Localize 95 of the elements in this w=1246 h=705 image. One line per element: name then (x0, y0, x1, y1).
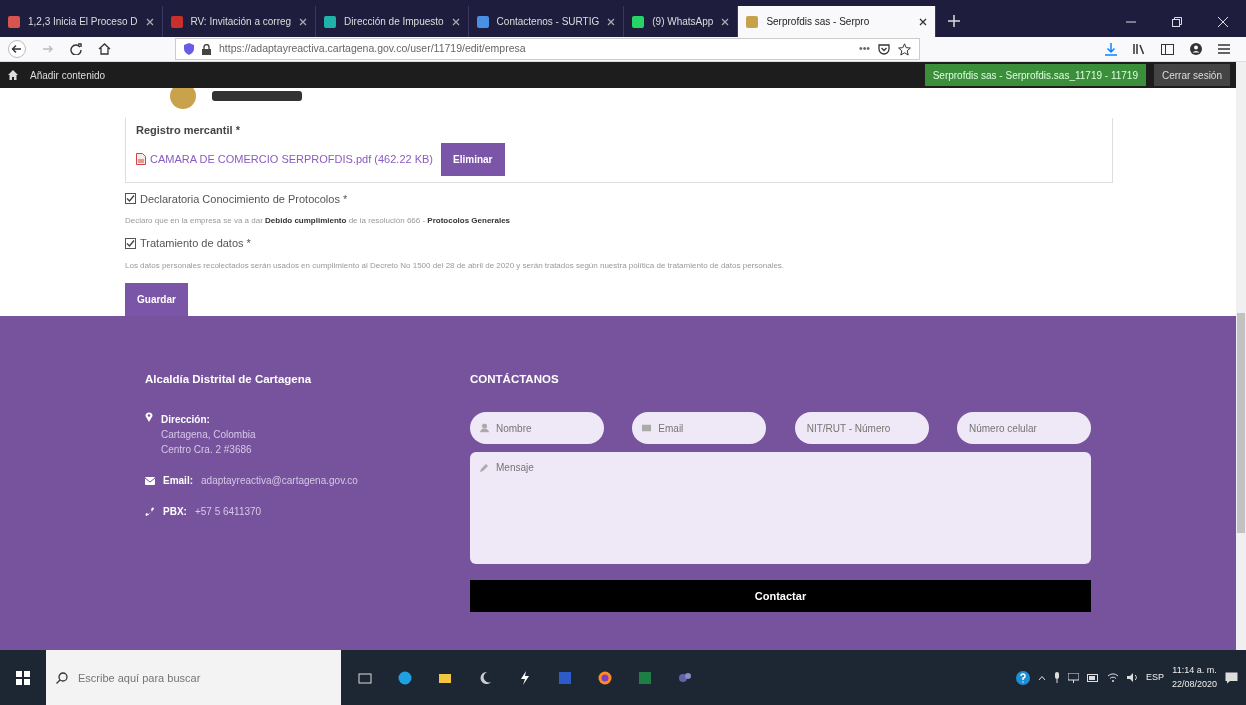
pocket-icon[interactable] (878, 43, 890, 55)
close-icon[interactable] (721, 17, 730, 26)
favicon-icon (476, 15, 489, 28)
envelope-icon (642, 424, 652, 432)
network-icon[interactable] (1067, 672, 1079, 683)
person-icon (480, 423, 489, 433)
browser-icon[interactable] (398, 670, 412, 685)
email-text[interactable]: adaptayreactiva@cartagena.gov.co (201, 473, 358, 489)
logout-button[interactable]: Cerrar sesión (1153, 64, 1230, 86)
shield-icon[interactable] (184, 43, 194, 55)
favicon-icon (746, 15, 759, 28)
envelope-icon (145, 476, 155, 485)
logo-drawing (170, 88, 196, 109)
help-icon[interactable] (1015, 670, 1030, 685)
favicon-icon (632, 15, 645, 28)
sidebar-icon[interactable] (1161, 43, 1174, 55)
input-field[interactable]: Número celular (957, 412, 1091, 445)
checkbox[interactable] (125, 193, 136, 205)
clock-time[interactable]: 11:14 a. m. (1171, 664, 1217, 678)
document-icon[interactable] (558, 670, 572, 685)
library-icon[interactable] (1133, 43, 1145, 55)
tab-title: Dirección de Impuesto (344, 15, 444, 29)
battery-icon[interactable] (1086, 673, 1099, 682)
tab-title: 1,2,3 Inicia El Proceso D (28, 15, 138, 29)
menu-icon[interactable] (1218, 44, 1230, 54)
checkbox-label: Tratamiento de datos * (140, 236, 251, 251)
footer-title: Alcaldía Distrital de Cartagena (145, 372, 313, 387)
tab-title: (9) WhatsApp (652, 15, 714, 29)
scrollbar-thumb[interactable] (1237, 313, 1245, 533)
clock-date[interactable]: 22/08/2020 (1171, 677, 1217, 691)
reload-icon[interactable] (70, 43, 82, 55)
microphone-icon[interactable] (1053, 672, 1060, 683)
moon-icon[interactable] (478, 670, 492, 685)
spreadsheet-icon[interactable] (638, 670, 652, 685)
lightning-icon[interactable] (518, 670, 532, 685)
email-label: Email: (163, 474, 193, 489)
input-field[interactable]: NIT/RUT - Número (794, 412, 929, 445)
chevron-up-icon[interactable] (1037, 674, 1046, 681)
admin-link[interactable]: Añadir contenido (30, 67, 106, 83)
close-icon[interactable] (145, 17, 154, 26)
pbx-label: PBX: (163, 505, 187, 520)
tab-title: Contactenos - SURTIG (496, 15, 600, 29)
input-field[interactable]: Email (632, 412, 767, 445)
notification-icon[interactable] (1225, 671, 1238, 684)
search-icon (56, 671, 68, 684)
favicon-icon (8, 15, 20, 28)
browser-tab[interactable]: Serprofdis sas - Serpro (738, 6, 937, 37)
pencil-icon (480, 464, 488, 473)
account-icon[interactable] (1190, 43, 1202, 55)
close-icon[interactable] (607, 17, 616, 26)
message-field[interactable]: Mensaje (470, 452, 1091, 565)
home-icon[interactable] (8, 70, 18, 80)
page-actions-icon[interactable]: ••• (858, 41, 870, 57)
address-line: Cartagena, Colombia (161, 428, 256, 443)
people-icon[interactable] (678, 670, 692, 685)
delete-button[interactable]: Eliminar (441, 142, 505, 176)
checkbox[interactable] (125, 237, 136, 249)
footer-title: CONTÁCTANOS (470, 372, 560, 387)
user-label[interactable]: Serprofdis sas - Serprofdis.sas_11719 - 11719 (924, 64, 1146, 86)
forward-icon (42, 43, 54, 55)
map-pin-icon (145, 412, 153, 423)
back-icon[interactable] (8, 40, 26, 58)
restore-icon[interactable] (1172, 17, 1182, 27)
close-icon[interactable] (451, 17, 460, 26)
plus-icon[interactable] (948, 15, 961, 27)
download-icon[interactable] (1105, 42, 1117, 56)
favicon-icon (324, 15, 337, 28)
input-field[interactable]: Nombre (470, 412, 604, 445)
tab-title: Serprofdis sas - Serpro (766, 15, 870, 29)
file-link[interactable]: CAMARA DE COMERCIO SERPROFDIS.pdf (462.22 KB) (150, 150, 434, 168)
star-icon[interactable] (898, 42, 911, 56)
file-icon (136, 153, 146, 165)
help-text: Declaro que en la empresa se va a dar Debido cumplimiento de la resolución 666 - Protocolos Generales (125, 215, 512, 227)
language-indicator[interactable]: ESP (1145, 670, 1164, 685)
phone-text: +57 5 6411370 (194, 505, 262, 520)
task-view-icon[interactable] (358, 670, 372, 685)
checkbox-label: Declaratoria Conocimiento de Protocolos * (140, 191, 348, 207)
tab-title: RV: Invitación a correg (190, 15, 292, 29)
home-icon[interactable] (98, 43, 111, 55)
wifi-icon[interactable] (1106, 673, 1119, 682)
lock-icon[interactable] (202, 43, 211, 55)
address-label: Dirección: (161, 413, 211, 428)
speaker-icon[interactable] (1126, 673, 1138, 682)
close-icon[interactable] (919, 17, 928, 26)
url-text[interactable]: https://adaptayreactiva.cartagena.gov.co/user/11719/edit/empresa (219, 41, 526, 57)
save-button[interactable]: Guardar (125, 283, 188, 316)
field-label: Registro mercantil * (136, 123, 241, 138)
favicon-icon (170, 15, 183, 28)
help-text: Los datos personales recolectados serán usados en cumplimiento al Decreto No 1500 del 28 de abril de 2020 y serán tratados según nuestra política de tratamiento de datos personales. (125, 259, 786, 272)
address-line: Centro Cra. 2 #3686 (161, 443, 253, 458)
contact-button[interactable]: Contactar (470, 580, 1091, 613)
phone-icon (145, 506, 155, 517)
search-field[interactable]: Escribe aquí para buscar (46, 650, 341, 705)
close-icon[interactable] (299, 17, 308, 26)
windows-icon (16, 670, 30, 685)
